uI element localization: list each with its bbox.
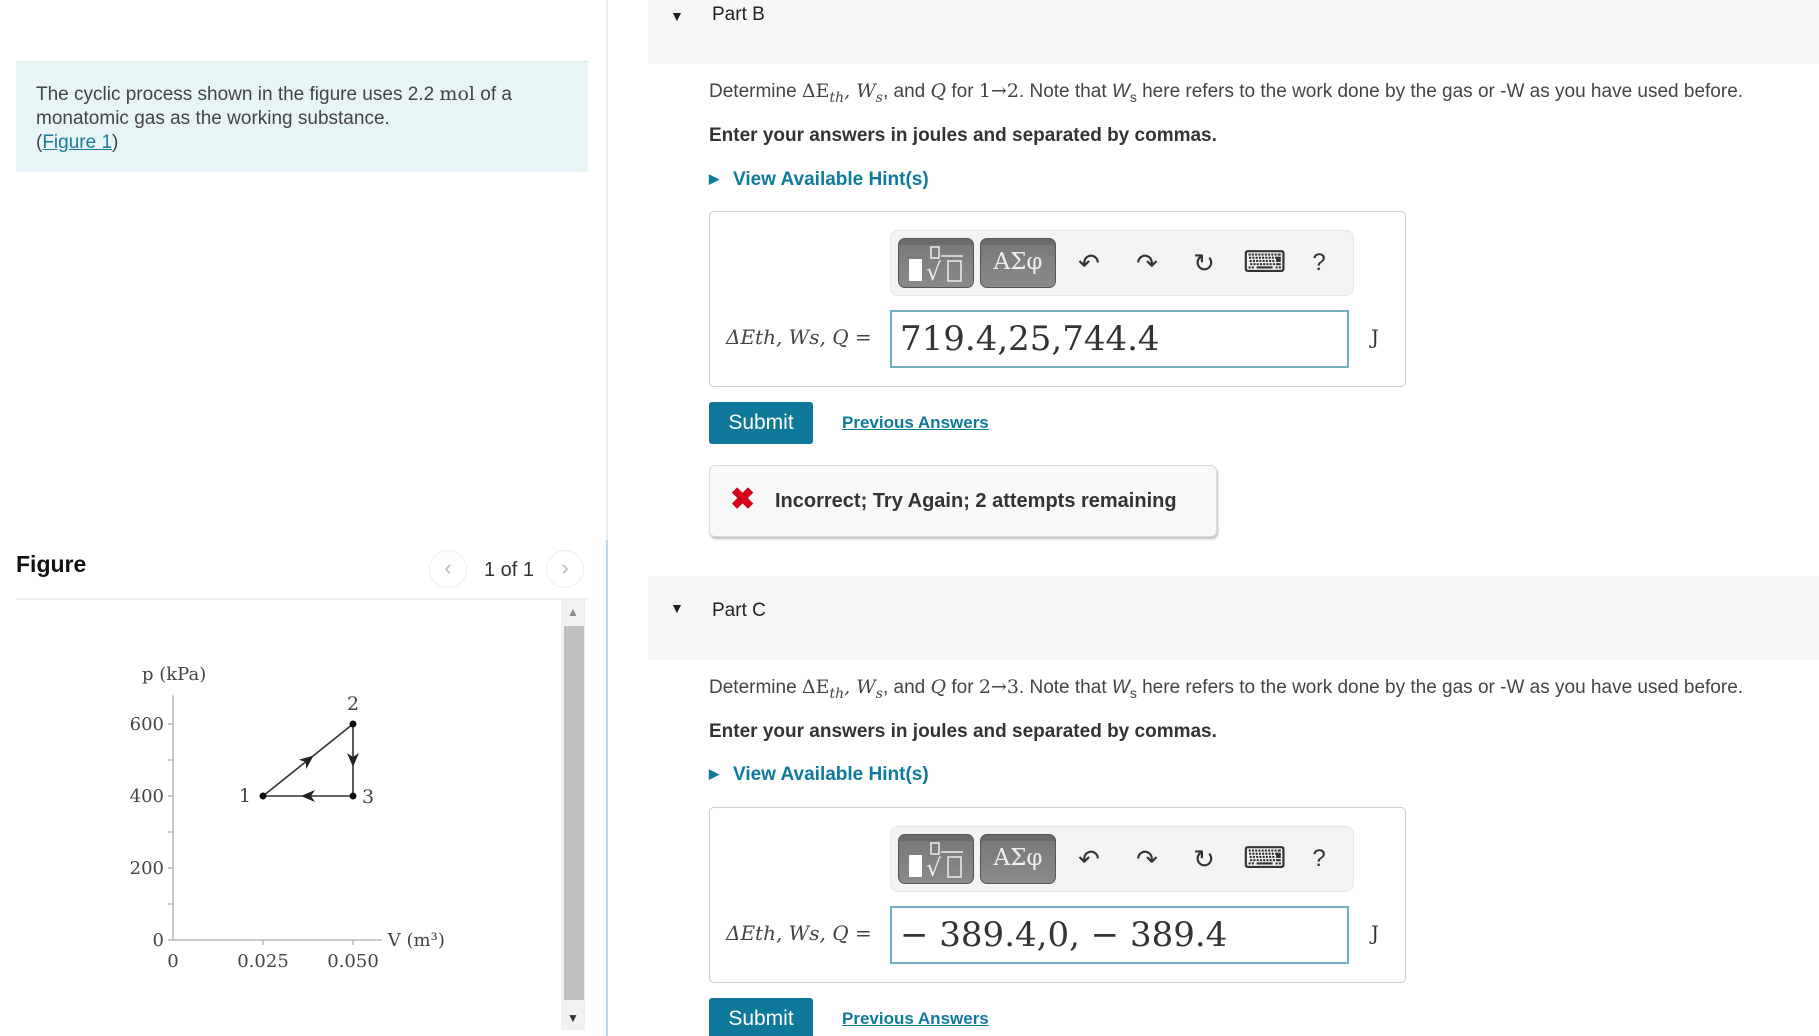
svg-text:√: √	[926, 854, 942, 882]
part-b-question: Determine ΔEth, Ws, and Q for 1→2. Note …	[709, 80, 1744, 106]
part-c-answer-box: √ ΑΣφ ↶ ↷ ↻ ⌨ ? ΔEth, Ws, Q = J	[709, 807, 1406, 983]
y-tick-label: 200	[130, 858, 164, 879]
reset-icon[interactable]: ↻	[1186, 841, 1222, 877]
part-b-previous-answers-link[interactable]: Previous Answers	[842, 413, 989, 433]
y-tick-label: 400	[130, 786, 164, 807]
part-b-instruction: Enter your answers in joules and separat…	[709, 125, 1217, 146]
part-c-header[interactable]: ▼ Part C	[648, 576, 1819, 660]
scrollbar-thumb[interactable]	[564, 626, 584, 1000]
left-pane: The cyclic process shown in the figure u…	[0, 0, 606, 1036]
chevron-left-icon: ‹	[444, 555, 452, 580]
templates-icon: √	[909, 246, 963, 286]
state-point	[349, 720, 357, 728]
help-icon[interactable]: ?	[1301, 841, 1337, 877]
greek-symbols-button[interactable]: ΑΣφ	[980, 834, 1056, 884]
greek-symbols-button[interactable]: ΑΣφ	[980, 238, 1056, 288]
state-point	[259, 792, 267, 800]
prev-figure-button[interactable]: ‹	[429, 550, 467, 588]
chevron-right-icon: ›	[561, 555, 569, 580]
templates-button[interactable]: √	[898, 834, 974, 884]
y-tick-label: 0	[153, 930, 164, 951]
direction-arrow	[298, 755, 314, 770]
part-c-label: Part C	[712, 600, 766, 621]
redo-icon[interactable]: ↷	[1129, 841, 1165, 877]
help-icon[interactable]: ?	[1301, 245, 1337, 281]
reset-icon[interactable]: ↻	[1186, 245, 1222, 281]
part-c-answer-input[interactable]	[890, 906, 1349, 964]
figure-title: Figure	[16, 551, 87, 577]
part-b-answer-box: √ ΑΣφ ↶ ↷ ↻ ⌨ ? ΔEth, Ws, Q = J	[709, 211, 1406, 387]
state-label: 2	[347, 693, 359, 715]
figure-divider	[16, 598, 588, 600]
keyboard-icon[interactable]: ⌨	[1243, 245, 1286, 281]
equation-label: ΔEth, Ws, Q =	[726, 921, 872, 945]
templates-icon: √	[909, 842, 963, 882]
feedback-message: Incorrect; Try Again; 2 attempts remaini…	[775, 490, 1177, 512]
svg-text:√: √	[926, 258, 942, 286]
collapse-triangle-icon[interactable]: ▼	[670, 8, 684, 24]
unit-label: J	[1371, 921, 1380, 945]
collapse-triangle-icon[interactable]: ▼	[670, 600, 684, 616]
hint-label: View Available Hint(s)	[733, 764, 929, 785]
undo-icon[interactable]: ↶	[1071, 841, 1107, 877]
figure-counter: 1 of 1	[484, 559, 535, 581]
x-tick-label: 0.050	[327, 951, 379, 972]
part-c-submit-button[interactable]: Submit	[709, 998, 813, 1036]
figure-scrollbar[interactable]: ▲ ▼	[561, 600, 585, 1030]
part-b-submit-button[interactable]: Submit	[709, 402, 813, 444]
intro-text: The cyclic process shown in the figure u…	[36, 84, 440, 105]
hint-label: View Available Hint(s)	[733, 169, 929, 190]
part-c-previous-answers-link[interactable]: Previous Answers	[842, 1009, 989, 1029]
y-tick-label: 600	[130, 714, 164, 735]
keyboard-icon[interactable]: ⌨	[1243, 841, 1286, 877]
part-b-feedback: ✖ Incorrect; Try Again; 2 attempts remai…	[709, 465, 1217, 537]
x-axis-label: V (m³)	[387, 930, 445, 951]
redo-icon[interactable]: ↷	[1129, 245, 1165, 281]
scroll-up-arrow-icon[interactable]: ▲	[561, 600, 585, 624]
part-b-hint-toggle[interactable]: ▶ View Available Hint(s)	[709, 169, 929, 191]
right-pane: ▼ Part B Determine ΔEth, Ws, and Q for 1…	[608, 0, 1819, 1036]
templates-button[interactable]: √	[898, 238, 974, 288]
caret-right-icon: ▶	[709, 171, 719, 186]
part-c-question: Determine ΔEth, Ws, and Q for 2→3. Note …	[709, 676, 1744, 702]
state-point	[349, 792, 357, 800]
equation-label: ΔEth, Ws, Q =	[726, 325, 872, 349]
part-c-instruction: Enter your answers in joules and separat…	[709, 721, 1217, 742]
part-b-header[interactable]: ▼ Part B	[648, 0, 1819, 64]
state-label: 3	[362, 786, 374, 808]
state-label: 1	[239, 785, 251, 807]
x-tick-label: 0.025	[237, 951, 289, 972]
x-tick-label: 0	[167, 951, 178, 972]
problem-intro: The cyclic process shown in the figure u…	[16, 61, 588, 172]
figure-link[interactable]: Figure 1	[42, 132, 112, 153]
unit-label: J	[1371, 325, 1380, 349]
part-b-answer-input[interactable]	[890, 310, 1349, 368]
y-axis-label: p (kPa)	[142, 664, 206, 685]
undo-icon[interactable]: ↶	[1071, 245, 1107, 281]
math-toolbar: √ ΑΣφ ↶ ↷ ↻ ⌨ ?	[890, 230, 1354, 296]
part-c-hint-toggle[interactable]: ▶ View Available Hint(s)	[709, 764, 929, 786]
scroll-down-arrow-icon[interactable]: ▼	[561, 1006, 585, 1030]
next-figure-button[interactable]: ›	[546, 550, 584, 588]
pv-diagram: 0 200 400 600 0 0.025 0.050 p (kPa) V (m³) 1 2 3	[130, 664, 445, 972]
caret-right-icon: ▶	[709, 766, 719, 781]
intro-unit: mol	[439, 83, 475, 105]
x-mark-icon: ✖	[730, 483, 756, 516]
part-b-label: Part B	[712, 4, 765, 25]
math-toolbar: √ ΑΣφ ↶ ↷ ↻ ⌨ ?	[890, 826, 1354, 892]
paren-close: )	[112, 132, 119, 153]
